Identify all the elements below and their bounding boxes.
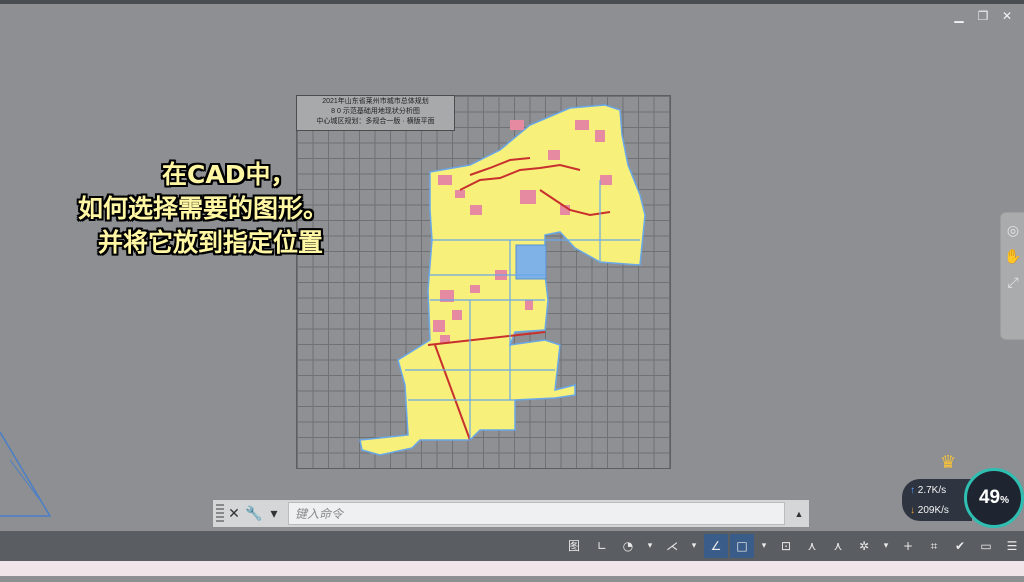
chevron-down-icon[interactable]: ▾ [878, 534, 894, 558]
network-speed-widget: ↑ 2.7K/s ↓ 209K/s [902, 479, 972, 521]
wrench-icon[interactable]: 🔧 [244, 505, 264, 522]
gauge-unit: % [1000, 495, 1010, 506]
upload-arrow-icon: ↑ [910, 485, 915, 496]
command-input[interactable]: 键入命令 [288, 502, 785, 525]
status-tools: 图纸 ∟ ◔ ▾ ⋌ ▾ ∠ □ ▾ ⊡ ⋏ ⋏ ✲ ▾ + ⌗ ✔ ▭ ☰ [560, 531, 1024, 577]
city-map[interactable] [0, 0, 1024, 576]
water-body [515, 244, 547, 280]
units-icon[interactable]: ⌗ [922, 534, 946, 558]
caption-line-1: 在CAD中， [162, 160, 296, 189]
chevron-down-icon[interactable]: ▾ [642, 534, 658, 558]
chevron-down-icon[interactable]: ▾ [756, 534, 772, 558]
upload-speed: 2.7K/s [917, 485, 947, 496]
taskbar-strip [0, 561, 1024, 576]
menu-icon[interactable]: ☰ [1000, 534, 1024, 558]
command-history-dropdown[interactable]: ▾ [264, 505, 284, 522]
pan-hand-icon[interactable]: ✋ [1004, 247, 1022, 265]
grid-icon[interactable]: ∟ [590, 534, 614, 558]
snap-mode-icon[interactable]: ◔ [616, 534, 640, 558]
plus-icon[interactable]: + [896, 534, 920, 558]
download-speed: 209K/s [917, 505, 949, 516]
selection-cycling-icon[interactable]: ⊡ [774, 534, 798, 558]
command-line: ✕ 🔧 ▾ 键入命令 ▲ [212, 499, 810, 528]
isodraft-icon[interactable]: ∠ [704, 534, 728, 558]
usage-gauge[interactable]: 49% [964, 468, 1024, 528]
fullscreen-icon[interactable]: ▭ [974, 534, 998, 558]
gauge-value: 49 [978, 487, 1001, 508]
download-arrow-icon: ↓ [910, 505, 915, 516]
caption-line-3: 并将它放到指定位置 [98, 228, 324, 257]
zoom-extents-icon[interactable]: ⤢ [1004, 273, 1022, 291]
caption-line-2: 如何选择需要的图形。 [78, 194, 329, 223]
chevron-down-icon[interactable]: ▾ [686, 534, 702, 558]
scroll-up-icon[interactable]: ▲ [789, 509, 809, 519]
steering-wheel-icon[interactable]: ◎ [1004, 221, 1022, 239]
gear-icon[interactable]: ✲ [852, 534, 876, 558]
annotation-scale-icon[interactable]: ⋏ [800, 534, 824, 558]
annotation-visibility-icon[interactable]: ⋏ [826, 534, 850, 558]
close-icon[interactable]: ✕ [224, 505, 244, 522]
object-snap-icon[interactable]: □ [730, 534, 754, 558]
navigation-bar: ◎ ✋ ⤢ [1000, 212, 1024, 340]
isolate-objects-icon[interactable]: ✔ [948, 534, 972, 558]
crown-icon: ♛ [940, 452, 957, 472]
grip-handle[interactable] [216, 503, 224, 524]
polar-tracking-icon[interactable]: ⋌ [660, 534, 684, 558]
model-space-label[interactable]: 图纸 [560, 534, 588, 577]
